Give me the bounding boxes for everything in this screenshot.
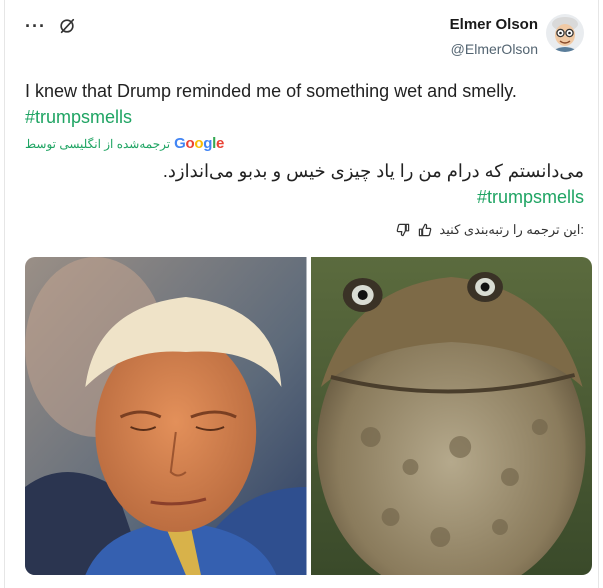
post-media[interactable] xyxy=(25,257,592,575)
post-body: I knew that Drump reminded me of somethi… xyxy=(25,81,517,101)
translated-hashtag[interactable]: #trumpsmells xyxy=(24,184,584,210)
post-top-actions: ··· xyxy=(25,14,76,38)
photo-man-portrait[interactable] xyxy=(25,257,307,575)
google-logo: Google xyxy=(174,135,225,152)
rate-translation-label: :این ترجمه را رتبه‌بندی کنید xyxy=(439,222,584,237)
post-hashtag[interactable]: #trumpsmells xyxy=(25,104,585,130)
not-interested-icon[interactable] xyxy=(58,17,76,35)
translated-body: می‌دانستم که درام من را یاد چیزی خیس و ب… xyxy=(162,161,584,181)
thumb-down-icon[interactable] xyxy=(395,222,411,238)
author-handle[interactable]: @ElmerOlson xyxy=(450,38,538,60)
photo-toad[interactable] xyxy=(310,257,592,575)
author-name[interactable]: Elmer Olson xyxy=(450,14,538,36)
post-card: ··· Elmer Olson @ElmerOlson I knew that … xyxy=(4,0,599,588)
more-dots-icon[interactable]: ··· xyxy=(25,17,46,35)
author-info[interactable]: Elmer Olson @ElmerOlson xyxy=(450,14,538,60)
post-text: I knew that Drump reminded me of somethi… xyxy=(25,78,585,130)
thumb-up-icon[interactable] xyxy=(417,222,433,238)
translation-attribution: ترجمه‌شده از انگلیسی توسط Google xyxy=(25,135,224,152)
translated-text: می‌دانستم که درام من را یاد چیزی خیس و ب… xyxy=(24,158,584,210)
avatar[interactable] xyxy=(546,14,584,52)
rate-translation-row: :این ترجمه را رتبه‌بندی کنید xyxy=(395,222,584,238)
translated-by-label: ترجمه‌شده از انگلیسی توسط xyxy=(25,136,171,151)
